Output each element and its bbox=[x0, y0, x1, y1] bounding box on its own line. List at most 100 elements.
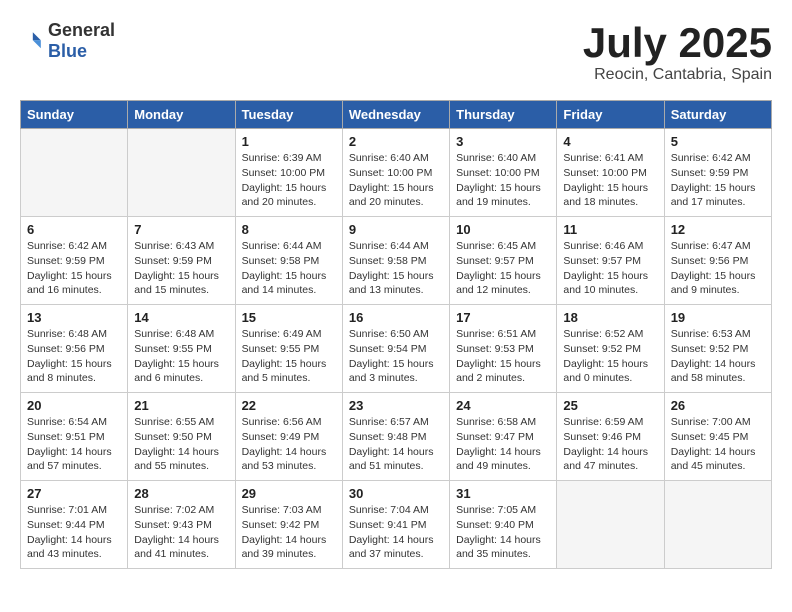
day-detail: Sunrise: 7:03 AMSunset: 9:42 PMDaylight:… bbox=[242, 503, 336, 562]
day-detail: Sunrise: 6:44 AMSunset: 9:58 PMDaylight:… bbox=[349, 239, 443, 298]
day-detail: Sunrise: 6:51 AMSunset: 9:53 PMDaylight:… bbox=[456, 327, 550, 386]
day-detail: Sunrise: 6:47 AMSunset: 9:56 PMDaylight:… bbox=[671, 239, 765, 298]
calendar-cell: 17Sunrise: 6:51 AMSunset: 9:53 PMDayligh… bbox=[450, 305, 557, 393]
day-number: 4 bbox=[563, 134, 657, 149]
calendar-cell: 8 Sunrise: 6:44 AMSunset: 9:58 PMDaylight… bbox=[235, 217, 342, 305]
calendar-cell: 20 Sunrise: 6:54 AMSunset: 9:51 PMDayligh… bbox=[21, 393, 128, 481]
calendar-cell: 28 Sunrise: 7:02 AMSunset: 9:43 PMDayligh… bbox=[128, 481, 235, 569]
column-header-friday: Friday bbox=[557, 101, 664, 129]
day-number: 7 bbox=[134, 222, 228, 237]
column-header-wednesday: Wednesday bbox=[342, 101, 449, 129]
day-detail: Sunrise: 6:43 AMSunset: 9:59 PMDaylight:… bbox=[134, 239, 228, 298]
day-detail: Sunrise: 6:56 AMSunset: 9:49 PMDaylight:… bbox=[242, 415, 336, 474]
calendar-header-row: SundayMondayTuesdayWednesdayThursdayFrid… bbox=[21, 101, 772, 129]
calendar-cell: 4 Sunrise: 6:41 AMSunset: 10:00 PMDayligh… bbox=[557, 129, 664, 217]
column-header-thursday: Thursday bbox=[450, 101, 557, 129]
day-number: 1 bbox=[242, 134, 336, 149]
day-number: 11 bbox=[563, 222, 657, 237]
column-header-monday: Monday bbox=[128, 101, 235, 129]
title-block: July 2025 Reocin, Cantabria, Spain bbox=[583, 20, 772, 84]
calendar-cell: 7 Sunrise: 6:43 AMSunset: 9:59 PMDaylight… bbox=[128, 217, 235, 305]
day-detail: Sunrise: 6:39 AMSunset: 10:00 PMDaylight… bbox=[242, 151, 336, 210]
logo: General Blue bbox=[20, 20, 115, 62]
calendar-cell: 22 Sunrise: 6:56 AMSunset: 9:49 PMDayligh… bbox=[235, 393, 342, 481]
day-detail: Sunrise: 7:05 AMSunset: 9:40 PMDaylight:… bbox=[456, 503, 550, 562]
day-detail: Sunrise: 6:41 AMSunset: 10:00 PMDaylight… bbox=[563, 151, 657, 210]
day-number: 29 bbox=[242, 486, 336, 501]
calendar-cell: 3 Sunrise: 6:40 AMSunset: 10:00 PMDayligh… bbox=[450, 129, 557, 217]
column-header-saturday: Saturday bbox=[664, 101, 771, 129]
day-detail: Sunrise: 6:45 AMSunset: 9:57 PMDaylight:… bbox=[456, 239, 550, 298]
day-detail: Sunrise: 6:46 AMSunset: 9:57 PMDaylight:… bbox=[563, 239, 657, 298]
day-detail: Sunrise: 6:40 AMSunset: 10:00 PMDaylight… bbox=[456, 151, 550, 210]
calendar-table: SundayMondayTuesdayWednesdayThursdayFrid… bbox=[20, 100, 772, 569]
day-detail: Sunrise: 6:48 AMSunset: 9:56 PMDaylight:… bbox=[27, 327, 121, 386]
column-header-tuesday: Tuesday bbox=[235, 101, 342, 129]
logo-general: General bbox=[48, 20, 115, 40]
day-number: 3 bbox=[456, 134, 550, 149]
day-detail: Sunrise: 6:40 AMSunset: 10:00 PMDaylight… bbox=[349, 151, 443, 210]
day-number: 9 bbox=[349, 222, 443, 237]
day-number: 5 bbox=[671, 134, 765, 149]
day-number: 26 bbox=[671, 398, 765, 413]
day-number: 25 bbox=[563, 398, 657, 413]
day-detail: Sunrise: 6:54 AMSunset: 9:51 PMDaylight:… bbox=[27, 415, 121, 474]
day-number: 21 bbox=[134, 398, 228, 413]
day-detail: Sunrise: 6:42 AMSunset: 9:59 PMDaylight:… bbox=[671, 151, 765, 210]
day-number: 14 bbox=[134, 310, 228, 325]
calendar-cell: 12Sunrise: 6:47 AMSunset: 9:56 PMDayligh… bbox=[664, 217, 771, 305]
calendar-cell: 29 Sunrise: 7:03 AMSunset: 9:42 PMDayligh… bbox=[235, 481, 342, 569]
location: Reocin, Cantabria, Spain bbox=[583, 66, 772, 84]
calendar-cell: 31 Sunrise: 7:05 AMSunset: 9:40 PMDayligh… bbox=[450, 481, 557, 569]
calendar-week-4: 20 Sunrise: 6:54 AMSunset: 9:51 PMDayligh… bbox=[21, 393, 772, 481]
day-detail: Sunrise: 6:44 AMSunset: 9:58 PMDaylight:… bbox=[242, 239, 336, 298]
calendar-cell bbox=[21, 129, 128, 217]
month-title: July 2025 bbox=[583, 20, 772, 66]
day-number: 20 bbox=[27, 398, 121, 413]
day-detail: Sunrise: 6:48 AMSunset: 9:55 PMDaylight:… bbox=[134, 327, 228, 386]
calendar-cell: 14 Sunrise: 6:48 AMSunset: 9:55 PMDayligh… bbox=[128, 305, 235, 393]
calendar-cell: 19 Sunrise: 6:53 AMSunset: 9:52 PMDayligh… bbox=[664, 305, 771, 393]
calendar-cell: 2 Sunrise: 6:40 AMSunset: 10:00 PMDayligh… bbox=[342, 129, 449, 217]
calendar-week-1: 1 Sunrise: 6:39 AMSunset: 10:00 PMDayligh… bbox=[21, 129, 772, 217]
calendar-cell bbox=[557, 481, 664, 569]
column-header-sunday: Sunday bbox=[21, 101, 128, 129]
page-header: General Blue July 2025 Reocin, Cantabria… bbox=[20, 20, 772, 84]
day-number: 6 bbox=[27, 222, 121, 237]
day-number: 22 bbox=[242, 398, 336, 413]
day-number: 27 bbox=[27, 486, 121, 501]
calendar-cell: 1 Sunrise: 6:39 AMSunset: 10:00 PMDayligh… bbox=[235, 129, 342, 217]
calendar-cell: 21 Sunrise: 6:55 AMSunset: 9:50 PMDayligh… bbox=[128, 393, 235, 481]
day-number: 8 bbox=[242, 222, 336, 237]
calendar-week-2: 6 Sunrise: 6:42 AMSunset: 9:59 PMDaylight… bbox=[21, 217, 772, 305]
day-number: 28 bbox=[134, 486, 228, 501]
day-number: 19 bbox=[671, 310, 765, 325]
calendar-cell: 30Sunrise: 7:04 AMSunset: 9:41 PMDayligh… bbox=[342, 481, 449, 569]
day-number: 23 bbox=[349, 398, 443, 413]
calendar-cell: 9 Sunrise: 6:44 AMSunset: 9:58 PMDaylight… bbox=[342, 217, 449, 305]
logo-icon bbox=[20, 29, 44, 53]
day-number: 13 bbox=[27, 310, 121, 325]
day-number: 2 bbox=[349, 134, 443, 149]
day-detail: Sunrise: 6:52 AMSunset: 9:52 PMDaylight:… bbox=[563, 327, 657, 386]
calendar-cell bbox=[128, 129, 235, 217]
day-detail: Sunrise: 7:01 AMSunset: 9:44 PMDaylight:… bbox=[27, 503, 121, 562]
calendar-cell: 5 Sunrise: 6:42 AMSunset: 9:59 PMDaylight… bbox=[664, 129, 771, 217]
calendar-cell: 10Sunrise: 6:45 AMSunset: 9:57 PMDayligh… bbox=[450, 217, 557, 305]
day-detail: Sunrise: 6:55 AMSunset: 9:50 PMDaylight:… bbox=[134, 415, 228, 474]
calendar-cell: 26Sunrise: 7:00 AMSunset: 9:45 PMDayligh… bbox=[664, 393, 771, 481]
day-number: 15 bbox=[242, 310, 336, 325]
day-detail: Sunrise: 6:58 AMSunset: 9:47 PMDaylight:… bbox=[456, 415, 550, 474]
calendar-week-5: 27 Sunrise: 7:01 AMSunset: 9:44 PMDayligh… bbox=[21, 481, 772, 569]
day-number: 31 bbox=[456, 486, 550, 501]
day-detail: Sunrise: 7:02 AMSunset: 9:43 PMDaylight:… bbox=[134, 503, 228, 562]
calendar-cell bbox=[664, 481, 771, 569]
day-detail: Sunrise: 6:42 AMSunset: 9:59 PMDaylight:… bbox=[27, 239, 121, 298]
day-detail: Sunrise: 6:53 AMSunset: 9:52 PMDaylight:… bbox=[671, 327, 765, 386]
calendar-cell: 16Sunrise: 6:50 AMSunset: 9:54 PMDayligh… bbox=[342, 305, 449, 393]
day-detail: Sunrise: 6:59 AMSunset: 9:46 PMDaylight:… bbox=[563, 415, 657, 474]
day-detail: Sunrise: 6:57 AMSunset: 9:48 PMDaylight:… bbox=[349, 415, 443, 474]
calendar-week-3: 13 Sunrise: 6:48 AMSunset: 9:56 PMDayligh… bbox=[21, 305, 772, 393]
calendar-cell: 6 Sunrise: 6:42 AMSunset: 9:59 PMDaylight… bbox=[21, 217, 128, 305]
calendar-cell: 18Sunrise: 6:52 AMSunset: 9:52 PMDayligh… bbox=[557, 305, 664, 393]
